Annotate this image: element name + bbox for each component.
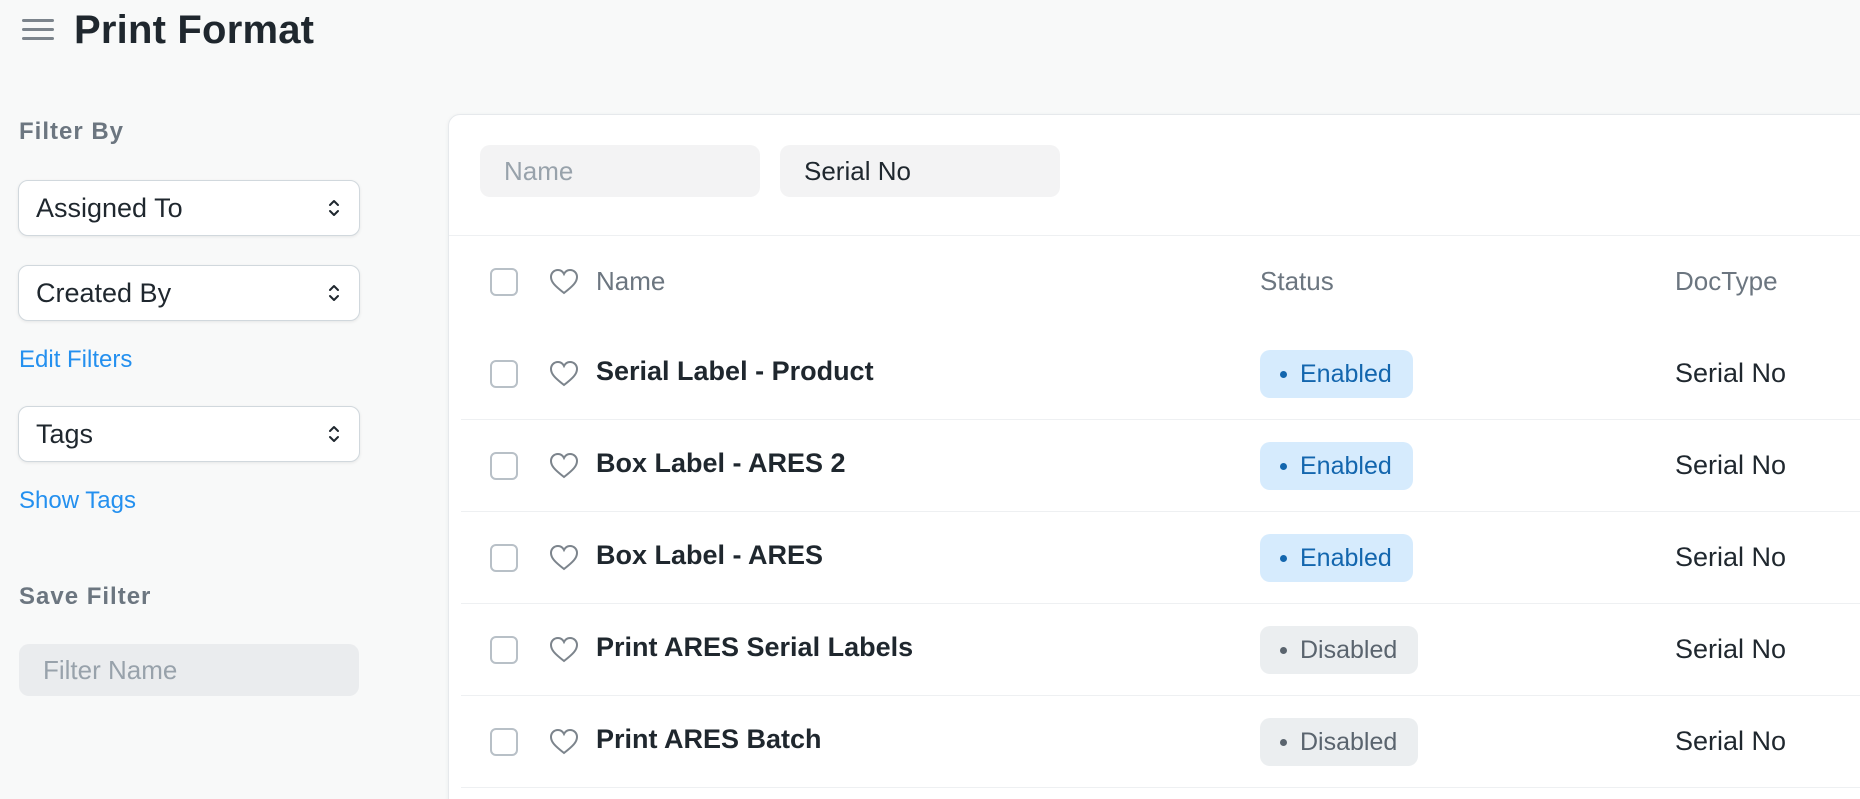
status-badge: Disabled	[1260, 626, 1419, 674]
list-panel: Name Status DocType Serial Label - Produ…	[448, 114, 1860, 799]
up-down-arrows-icon	[329, 426, 339, 442]
row-name[interactable]: Print ARES Serial Labels	[596, 632, 913, 663]
edit-filters-link[interactable]: Edit Filters	[19, 346, 132, 374]
up-down-arrows-icon	[329, 200, 339, 216]
row-doctype: Serial No	[1675, 450, 1787, 480]
status-badge: Enabled	[1260, 534, 1413, 582]
show-tags-link[interactable]: Show Tags	[19, 487, 136, 515]
filter-by-heading: Filter By	[19, 118, 125, 145]
assigned-to-label: Assigned To	[36, 193, 183, 223]
up-down-arrows-icon	[329, 285, 339, 301]
tags-label: Tags	[36, 419, 94, 449]
row-name[interactable]: Print ARES Batch	[596, 724, 822, 755]
filter-name-input[interactable]	[19, 644, 359, 696]
doctype-filter-input[interactable]	[780, 145, 1060, 197]
row-checkbox[interactable]	[490, 728, 518, 756]
status-badge: Enabled	[1260, 442, 1413, 490]
heart-icon[interactable]	[549, 728, 579, 756]
row-checkbox[interactable]	[490, 360, 518, 388]
row-doctype: Serial No	[1675, 542, 1787, 572]
list-row[interactable]: Box Label - ARES Enabled Serial No	[461, 512, 1860, 604]
column-header-doctype[interactable]: DocType	[1675, 266, 1778, 297]
row-doctype: Serial No	[1675, 358, 1787, 388]
created-by-select[interactable]: Created By	[18, 265, 360, 321]
list-row[interactable]: Print ARES Serial Labels Disabled Serial…	[461, 604, 1860, 696]
row-checkbox[interactable]	[490, 636, 518, 664]
heart-icon[interactable]	[549, 636, 579, 664]
list-header: Name Status DocType	[461, 236, 1860, 328]
page-header: Print Format	[0, 0, 1860, 60]
heart-icon[interactable]	[549, 544, 579, 572]
list-row[interactable]: Box Label - ARES 2 Enabled Serial No	[461, 420, 1860, 512]
heart-icon[interactable]	[549, 360, 579, 388]
assigned-to-select[interactable]: Assigned To	[18, 180, 360, 236]
row-checkbox[interactable]	[490, 544, 518, 572]
status-badge: Enabled	[1260, 350, 1413, 398]
select-all-checkbox[interactable]	[490, 268, 518, 296]
status-badge: Disabled	[1260, 718, 1419, 766]
row-doctype: Serial No	[1675, 634, 1787, 664]
heart-icon[interactable]	[549, 268, 579, 296]
row-doctype: Serial No	[1675, 726, 1787, 756]
list-row[interactable]: Serial Label - Product Enabled Serial No	[461, 328, 1860, 420]
sidebar: Filter By Assigned To Created By Edit Fi…	[0, 100, 380, 799]
page-title: Print Format	[74, 8, 315, 52]
row-checkbox[interactable]	[490, 452, 518, 480]
row-name[interactable]: Serial Label - Product	[596, 356, 874, 387]
tags-select[interactable]: Tags	[18, 406, 360, 462]
list-row[interactable]: Print ARES Batch Disabled Serial No	[461, 696, 1860, 788]
column-header-status[interactable]: Status	[1260, 266, 1334, 297]
row-name[interactable]: Box Label - ARES	[596, 540, 823, 571]
row-name[interactable]: Box Label - ARES 2	[596, 448, 846, 479]
hamburger-icon[interactable]	[22, 16, 54, 42]
name-filter-input[interactable]	[480, 145, 760, 197]
created-by-label: Created By	[36, 278, 172, 308]
save-filter-heading: Save Filter	[19, 583, 152, 610]
column-header-name[interactable]: Name	[596, 266, 665, 297]
heart-icon[interactable]	[549, 452, 579, 480]
